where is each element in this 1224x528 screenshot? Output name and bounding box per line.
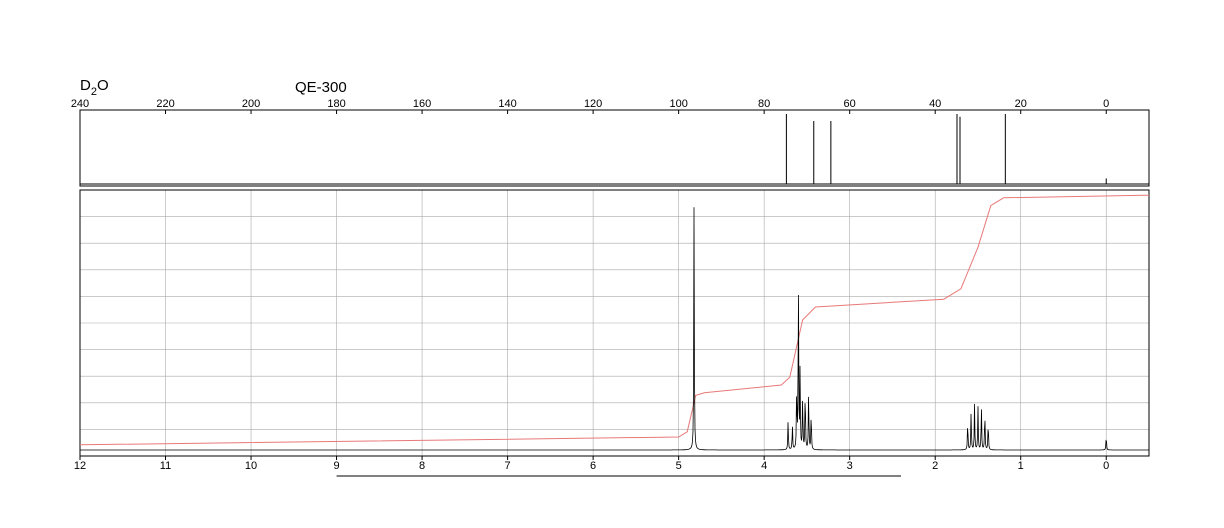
solvent-label: D2O xyxy=(80,77,109,98)
h1-tick-label: 3 xyxy=(847,460,853,472)
h1-tick-label: 1 xyxy=(1018,460,1024,472)
h1-tick-label: 10 xyxy=(245,460,257,472)
c13-peaks xyxy=(785,114,1107,184)
c13-tick-label: 200 xyxy=(242,98,260,110)
instrument-label: QE-300 xyxy=(295,79,347,96)
c13-tick-label: 20 xyxy=(1015,98,1027,110)
c13-tick-label: 80 xyxy=(758,98,770,110)
c13-tick-label: 160 xyxy=(413,98,431,110)
nmr-spectrum-chart: D2O QE-300 240 220 200 180 160 140 120 100 80 60 4… xyxy=(71,77,1150,477)
c13-tick-label: 220 xyxy=(156,98,174,110)
solvent-main: D xyxy=(80,77,91,94)
h1-tick-label: 12 xyxy=(74,460,86,472)
c13-tick-label: 140 xyxy=(498,98,516,110)
h1-tick-label: 11 xyxy=(160,460,171,472)
c13-tick-label: 180 xyxy=(327,98,345,110)
c13-tick-label: 0 xyxy=(1103,98,1109,110)
c13-tick-label: 100 xyxy=(669,98,687,110)
c13-tick-label: 40 xyxy=(929,98,941,110)
c13-panel-frame xyxy=(79,109,1150,187)
h1-grid-lines xyxy=(79,190,1149,456)
c13-tick-label: 240 xyxy=(71,98,89,110)
h1-tick-label: 5 xyxy=(676,460,682,472)
h1-tick-label: 8 xyxy=(419,460,425,472)
h1-tick-label: 4 xyxy=(761,460,767,472)
h1-integral-curve xyxy=(79,194,1150,446)
h1-tick-label: 7 xyxy=(505,460,511,472)
h1-tick-label: 0 xyxy=(1103,460,1109,472)
h1-tick-label: 2 xyxy=(932,460,938,472)
h1-tick-label: 6 xyxy=(590,460,596,472)
c13-tick-label: 60 xyxy=(844,98,856,110)
c13-tick-label: 120 xyxy=(584,98,602,110)
h1-axis-ticks: 12 11 10 9 8 7 6 5 4 3 2 1 0 xyxy=(74,456,1109,472)
h1-spectrum-trace xyxy=(80,207,1149,451)
c13-axis-ticks: 240 220 200 180 160 140 120 100 80 60 40 20 0 xyxy=(71,98,1109,114)
solvent-tail: O xyxy=(97,77,109,94)
h1-tick-label: 9 xyxy=(333,460,339,472)
